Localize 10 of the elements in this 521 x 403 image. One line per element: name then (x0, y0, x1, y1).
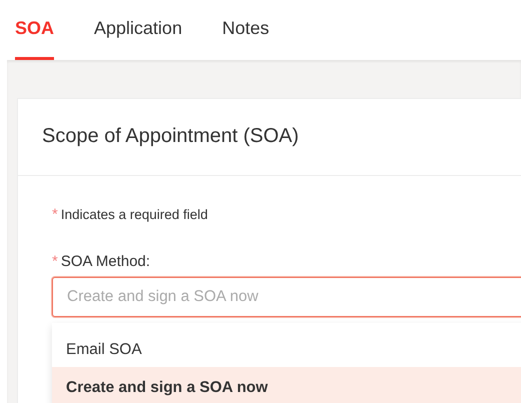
dropdown-option[interactable]: Create and sign a SOA now (52, 367, 521, 403)
dropdown-option[interactable]: Email SOA (52, 329, 521, 367)
select-field[interactable]: Create and sign a SOA now (52, 277, 521, 317)
required-mark: * (52, 252, 58, 272)
required-note: Indicates a required field (60, 206, 208, 224)
tab[interactable]: Notes (222, 0, 270, 60)
field-label: SOA Method: (60, 252, 150, 272)
required-mark: * (52, 205, 58, 225)
tab[interactable]: Application (94, 0, 182, 60)
card-title: Scope of Appointment (SOA) (18, 99, 521, 176)
